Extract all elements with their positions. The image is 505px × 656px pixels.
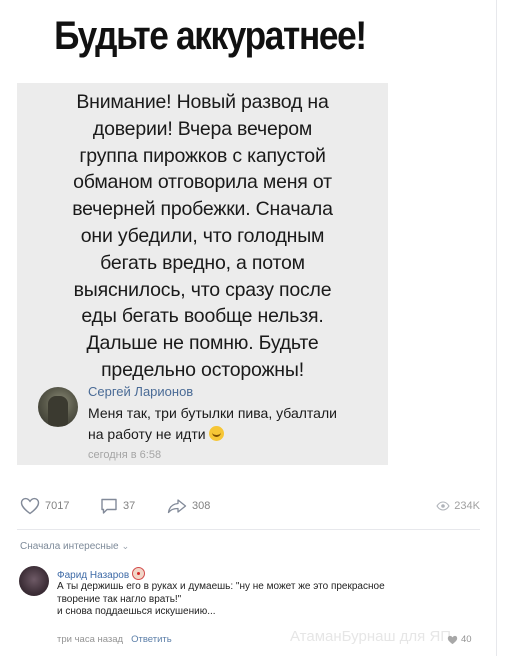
clown-emoji-icon — [132, 567, 146, 580]
comment-text: Меня так, три бутылки пива, убалтали на … — [88, 403, 378, 445]
like-button[interactable]: 7017 — [20, 496, 69, 516]
reply-like-count: 40 — [461, 634, 472, 645]
reply-line: творение так нагло врать!" — [57, 593, 182, 605]
warning-text: Внимание! Новый развод на доверии! Вчера… — [17, 89, 388, 384]
heart-icon — [447, 635, 458, 644]
rofl-emoji-icon — [208, 426, 224, 441]
reply-time[interactable]: три часа назад — [57, 634, 123, 645]
reply-like-button[interactable]: 40 — [447, 634, 472, 645]
comment-line: Меня так, три бутылки пива, убалтали — [88, 405, 337, 421]
comment-button[interactable]: 37 — [100, 496, 135, 516]
comment-sort-dropdown[interactable]: Сначала интересные ⌄ — [20, 541, 129, 552]
comment-time: сегодня в 6:58 — [88, 449, 162, 461]
heart-icon — [20, 497, 40, 515]
eye-icon — [436, 501, 450, 511]
warning-line: бегать вредно, а потом — [100, 251, 305, 274]
comment-count: 37 — [123, 500, 136, 512]
comment-line: на работу не идти — [88, 424, 378, 445]
reply-text: А ты держишь его в руках и думаешь: "ну … — [57, 581, 457, 619]
post-headline: Будьте аккуратнее! — [54, 14, 367, 58]
reply-author-avatar[interactable] — [19, 566, 49, 596]
like-count: 7017 — [45, 500, 70, 512]
warning-line: доверии! Вчера вечером — [92, 117, 313, 140]
watermark: АтаманБурнаш для ЯП — [290, 628, 452, 645]
post-actions-bar: 7017 37 308 234K — [20, 496, 480, 516]
reply-line: А ты держишь его в руках и думаешь: "ну … — [57, 581, 385, 592]
section-divider — [17, 529, 480, 530]
views-counter: 234K — [436, 496, 480, 516]
comment-icon — [101, 498, 117, 514]
warning-line: Внимание! Новый развод на — [76, 91, 329, 113]
chevron-down-icon: ⌄ — [121, 541, 130, 551]
reply-button[interactable]: Ответить — [131, 634, 172, 645]
sort-label: Сначала интересные — [20, 541, 119, 552]
share-button[interactable]: 308 — [167, 496, 210, 516]
warning-line: предельно осторожны! — [101, 358, 304, 381]
share-count: 308 — [192, 500, 211, 512]
commenter-name: Сергей Ларионов — [88, 384, 194, 399]
warning-line: они убедили, что голодным — [80, 224, 325, 247]
reply-author-name[interactable]: Фарид Назаров — [57, 567, 146, 581]
commenter-avatar — [38, 387, 78, 427]
warning-line: группа пирожков с капустой — [79, 144, 326, 167]
reply-meta: три часа назад Ответить — [57, 634, 172, 645]
page-edge-divider — [496, 0, 497, 656]
post-image[interactable]: Внимание! Новый развод на доверии! Вчера… — [17, 83, 388, 465]
warning-line: обманом отговорила меня от — [73, 171, 332, 194]
warning-line: еды бегать вообще нельзя. — [81, 305, 324, 328]
views-count: 234K — [454, 500, 480, 512]
reply-line: и снова поддаешься искушению... — [57, 606, 216, 617]
share-icon — [167, 499, 187, 514]
warning-line: вечерней пробежки. Сначала — [72, 198, 333, 221]
warning-line: выяснилось, что сразу после — [73, 278, 332, 301]
warning-line: Дальше не помню. Будьте — [86, 332, 319, 355]
